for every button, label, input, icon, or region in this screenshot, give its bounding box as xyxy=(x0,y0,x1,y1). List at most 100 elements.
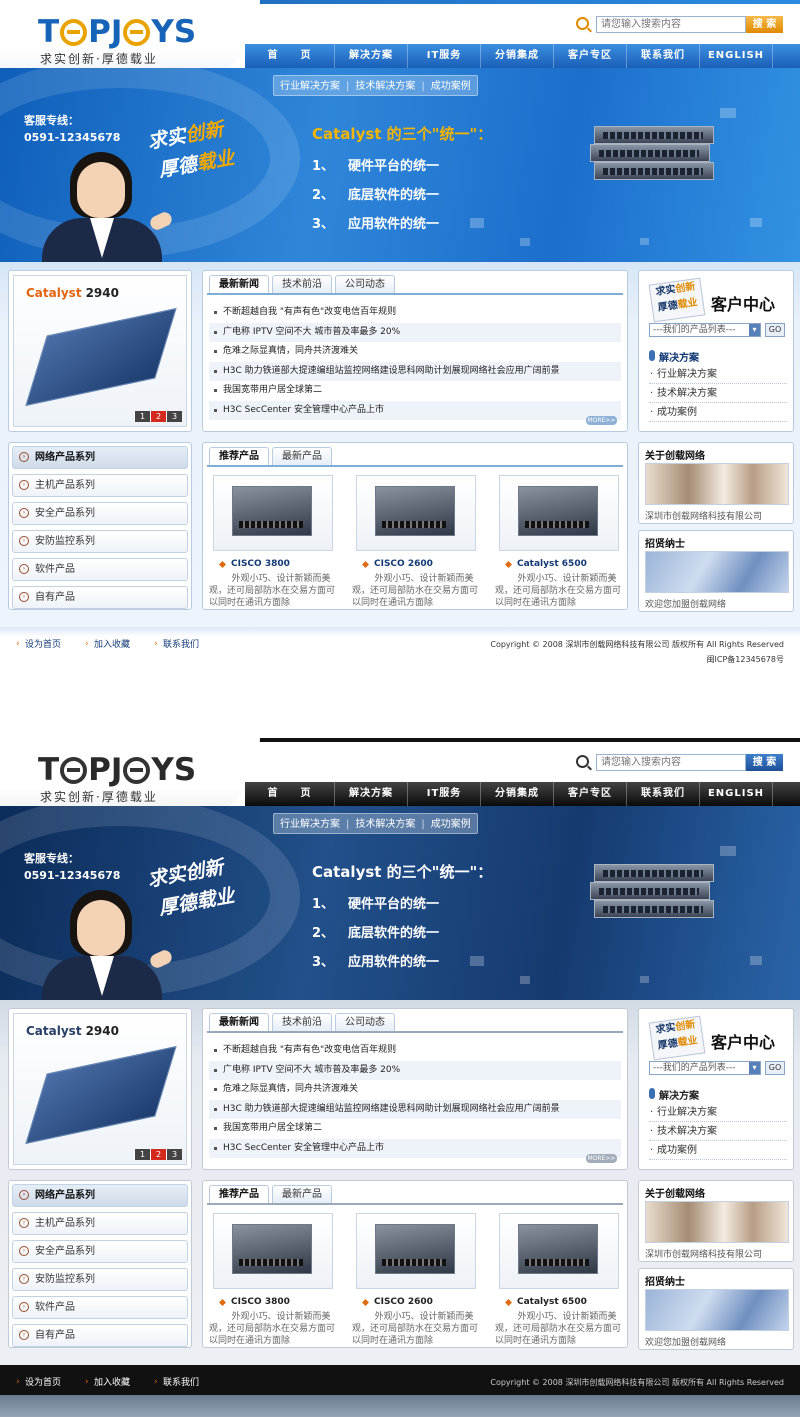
logo[interactable]: T PJ YS xyxy=(38,752,196,788)
about-caption[interactable]: 深圳市创载网络科技有限公司 xyxy=(645,1247,762,1260)
product-image[interactable] xyxy=(213,1213,333,1289)
product-name[interactable]: CISCO 2600 xyxy=(362,1297,433,1307)
nav-item-customer[interactable]: 客户专区 xyxy=(554,782,627,806)
product-name[interactable]: CISCO 3800 xyxy=(219,1297,290,1307)
pager-page-3[interactable]: 3 xyxy=(166,411,182,422)
hire-caption[interactable]: 欢迎您加盟创载网络 xyxy=(645,597,726,610)
tab-company-news[interactable]: 公司动态 xyxy=(335,1013,395,1031)
news-item[interactable]: 我国宽带用户居全球第二 xyxy=(209,1119,621,1139)
footer-contact[interactable]: 联系我们 xyxy=(154,1378,199,1388)
tab-newest[interactable]: 最新产品 xyxy=(272,447,332,465)
search-button[interactable]: 搜 索 xyxy=(746,754,783,771)
category-network[interactable]: › 网络产品系列 xyxy=(12,1184,188,1207)
about-image[interactable] xyxy=(645,1201,789,1243)
solution-link-tech[interactable]: 技术解决方案 xyxy=(649,1122,787,1141)
category-surveillance[interactable]: › 安防监控系列 xyxy=(12,530,188,553)
search-input[interactable] xyxy=(596,16,746,33)
solution-link-tech[interactable]: 技术解决方案 xyxy=(649,384,787,403)
category-security[interactable]: › 安全产品系列 xyxy=(12,502,188,525)
category-own[interactable]: › 自有产品 xyxy=(12,1324,188,1347)
tab-newest[interactable]: 最新产品 xyxy=(272,1185,332,1203)
subnav-tech-solutions[interactable]: 技术解决方案 xyxy=(355,819,415,830)
footer-add-favorite[interactable]: 加入收藏 xyxy=(85,640,130,650)
nav-item-distribution[interactable]: 分销集成 xyxy=(481,44,554,68)
product-card[interactable]: Catalyst 6500 外观小巧、设计新颖而美观，还可局部防水在交易方面可以… xyxy=(495,475,621,608)
nav-item-contact[interactable]: 联系我们 xyxy=(627,44,700,68)
pager-page-3[interactable]: 3 xyxy=(166,1149,182,1160)
product-image[interactable] xyxy=(499,475,619,551)
tab-recommended[interactable]: 推荐产品 xyxy=(209,447,269,465)
nav-item-solutions[interactable]: 解决方案 xyxy=(335,782,408,806)
solution-link-industry[interactable]: 行业解决方案 xyxy=(649,1103,787,1122)
go-button[interactable]: GO xyxy=(765,1061,785,1075)
nav-item-it-service[interactable]: IT服务 xyxy=(408,44,481,68)
product-name[interactable]: CISCO 3800 xyxy=(219,559,290,569)
search-input[interactable] xyxy=(596,754,746,771)
product-list-select[interactable]: ---我们的产品列表--- xyxy=(649,323,761,337)
product-card[interactable]: CISCO 2600 外观小巧、设计新颖而美观，还可局部防水在交易方面可以同时在… xyxy=(352,475,478,608)
solution-link-cases[interactable]: 成功案例 xyxy=(649,1141,787,1160)
nav-item-customer[interactable]: 客户专区 xyxy=(554,44,627,68)
tab-latest-news[interactable]: 最新新闻 xyxy=(209,275,269,293)
product-card[interactable]: CISCO 2600 外观小巧、设计新颖而美观，还可局部防水在交易方面可以同时在… xyxy=(352,1213,478,1346)
about-caption[interactable]: 深圳市创载网络科技有限公司 xyxy=(645,509,762,522)
tab-company-news[interactable]: 公司动态 xyxy=(335,275,395,293)
news-more-button[interactable]: MORE>> xyxy=(586,1154,617,1163)
pager-page-1[interactable]: 1 xyxy=(134,411,150,422)
product-name[interactable]: Catalyst 6500 xyxy=(505,1297,587,1307)
subnav-tech-solutions[interactable]: 技术解决方案 xyxy=(355,81,415,92)
subnav-cases[interactable]: 成功案例 xyxy=(431,81,471,92)
product-card[interactable]: Catalyst 6500 外观小巧、设计新颖而美观，还可局部防水在交易方面可以… xyxy=(495,1213,621,1346)
footer-add-favorite[interactable]: 加入收藏 xyxy=(85,1378,130,1388)
news-item[interactable]: 不断超越自我 "有声有色"改变电信百年规则 xyxy=(209,1041,621,1061)
category-host[interactable]: › 主机产品系列 xyxy=(12,1212,188,1235)
news-item[interactable]: 我国宽带用户居全球第二 xyxy=(209,381,621,401)
news-item[interactable]: 不断超越自我 "有声有色"改变电信百年规则 xyxy=(209,303,621,323)
hire-caption[interactable]: 欢迎您加盟创载网络 xyxy=(645,1335,726,1348)
news-item[interactable]: 危难之际显真情，同舟共济渡难关 xyxy=(209,342,621,362)
category-host[interactable]: › 主机产品系列 xyxy=(12,474,188,497)
news-item[interactable]: H3C 助力铁道部大提速编组站监控网络建设思科网助计划展现网络社会应用广阔前景 xyxy=(209,361,621,381)
news-item[interactable]: H3C SecCenter 安全管理中心产品上市 xyxy=(209,1138,621,1158)
category-security[interactable]: › 安全产品系列 xyxy=(12,1240,188,1263)
product-image[interactable] xyxy=(356,475,476,551)
hire-image[interactable] xyxy=(645,551,789,593)
pager-page-1[interactable]: 1 xyxy=(134,1149,150,1160)
nav-item-english[interactable]: ENGLISH xyxy=(700,44,773,68)
category-own[interactable]: › 自有产品 xyxy=(12,586,188,609)
category-software[interactable]: › 软件产品 xyxy=(12,1296,188,1319)
product-image[interactable] xyxy=(499,1213,619,1289)
about-image[interactable] xyxy=(645,463,789,505)
nav-item-home[interactable]: 首 页 xyxy=(245,782,335,806)
news-item[interactable]: 广电称 IPTV 空间不大 城市普及率最多 20% xyxy=(209,1060,621,1080)
tab-latest-news[interactable]: 最新新闻 xyxy=(209,1013,269,1031)
news-more-button[interactable]: MORE>> xyxy=(586,416,617,425)
nav-item-distribution[interactable]: 分销集成 xyxy=(481,782,554,806)
product-image[interactable] xyxy=(213,475,333,551)
news-item[interactable]: 广电称 IPTV 空间不大 城市普及率最多 20% xyxy=(209,322,621,342)
nav-item-it-service[interactable]: IT服务 xyxy=(408,782,481,806)
tab-tech-frontier[interactable]: 技术前沿 xyxy=(272,275,332,293)
nav-item-contact[interactable]: 联系我们 xyxy=(627,782,700,806)
solution-link-cases[interactable]: 成功案例 xyxy=(649,403,787,422)
footer-set-homepage[interactable]: 设为首页 xyxy=(16,1378,61,1388)
category-software[interactable]: › 软件产品 xyxy=(12,558,188,581)
footer-set-homepage[interactable]: 设为首页 xyxy=(16,640,61,650)
product-card[interactable]: CISCO 3800 外观小巧、设计新颖而美观，还可局部防水在交易方面可以同时在… xyxy=(209,475,335,608)
showcase-product-image[interactable] xyxy=(25,307,177,407)
subnav-cases[interactable]: 成功案例 xyxy=(431,819,471,830)
product-card[interactable]: CISCO 3800 外观小巧、设计新颖而美观，还可局部防水在交易方面可以同时在… xyxy=(209,1213,335,1346)
subnav-industry-solutions[interactable]: 行业解决方案 xyxy=(280,81,340,92)
nav-item-solutions[interactable]: 解决方案 xyxy=(335,44,408,68)
solution-link-industry[interactable]: 行业解决方案 xyxy=(649,365,787,384)
product-name[interactable]: CISCO 2600 xyxy=(362,559,433,569)
footer-contact[interactable]: 联系我们 xyxy=(154,640,199,650)
pager-page-2[interactable]: 2 xyxy=(150,1149,166,1160)
product-name[interactable]: Catalyst 6500 xyxy=(505,559,587,569)
product-image[interactable] xyxy=(356,1213,476,1289)
pager-page-2[interactable]: 2 xyxy=(150,411,166,422)
nav-item-english[interactable]: ENGLISH xyxy=(700,782,773,806)
category-surveillance[interactable]: › 安防监控系列 xyxy=(12,1268,188,1291)
tab-tech-frontier[interactable]: 技术前沿 xyxy=(272,1013,332,1031)
nav-item-home[interactable]: 首 页 xyxy=(245,44,335,68)
